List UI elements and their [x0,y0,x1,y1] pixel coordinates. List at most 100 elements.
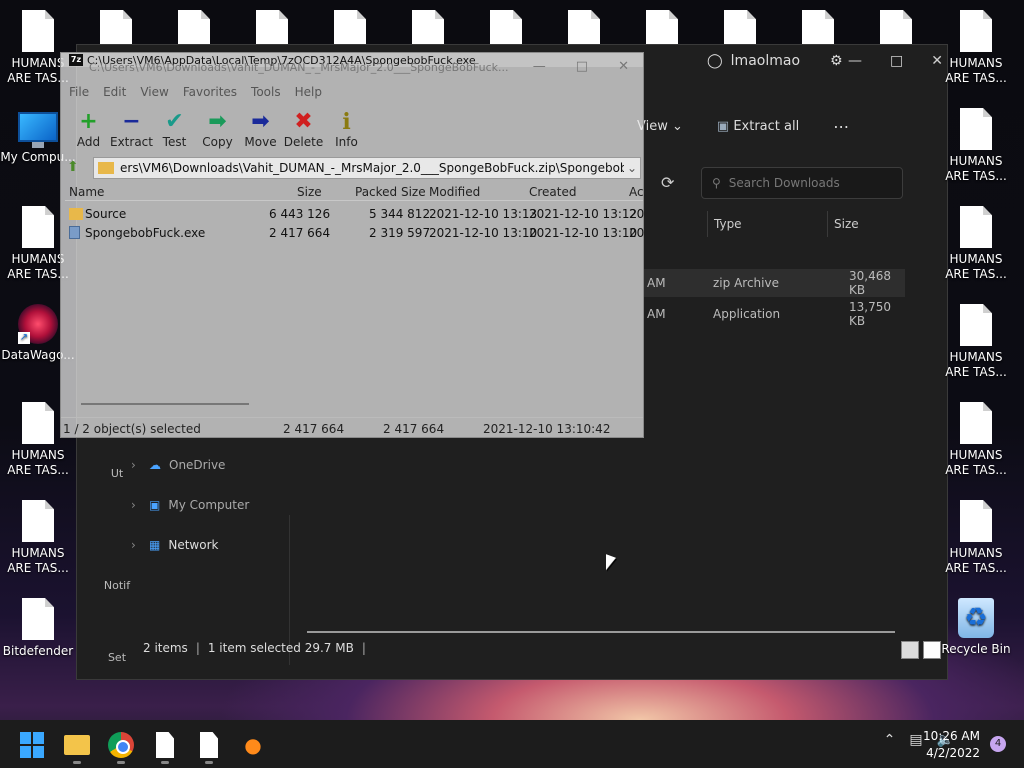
desktop-icon-bitdefender[interactable]: Bitdefender [0,598,76,659]
menu-help[interactable]: Help [295,85,322,99]
column-header-accessed[interactable]: Ac [629,185,644,199]
add-button[interactable]: + Add [67,109,110,149]
minimize-icon[interactable]: — [533,59,546,74]
horizontal-scrollbar[interactable] [307,631,895,633]
start-button[interactable] [20,732,46,758]
test-button[interactable]: ✔ Test [153,109,196,149]
row-packed: 2 319 597 [369,226,431,240]
user-account[interactable]: ◯ lmaolmao ⚙ [707,53,843,69]
view-toggle [901,641,941,659]
recycle-bin-icon: ♻ [958,598,994,638]
notification-badge[interactable]: 4 [990,736,1006,752]
folder-icon [69,208,83,220]
desktop-icon-humans-r4[interactable]: HUMANS ARE TAS... [936,304,1016,380]
column-header-size[interactable]: Size [827,211,907,237]
document-icon [22,598,54,640]
running-indicator [73,761,81,764]
column-header-created[interactable]: Created [529,185,577,199]
desktop-icon-label: HUMANS ARE TAS... [945,350,1007,379]
move-label: Move [244,135,277,149]
settings-icon[interactable]: ⚙ [830,53,843,69]
document-icon [960,304,992,346]
delete-button[interactable]: ✖ Delete [282,109,325,149]
close-icon[interactable]: ✕ [618,59,629,74]
menu-view[interactable]: View [140,85,168,99]
column-header-name[interactable]: Name [69,185,104,199]
windows-logo-icon [33,732,44,744]
row-size: 13,750 KB [849,300,891,328]
desktop-icon-humans-4[interactable]: HUMANS ARE TAS... [0,500,76,576]
details-view-icon[interactable] [901,641,919,659]
chrome-taskbar-icon[interactable] [108,732,134,758]
pumpkin-taskbar-icon[interactable]: ● [240,732,266,758]
user-name: lmaolmao [730,53,801,69]
nav-item-onedrive[interactable]: › ☁ OneDrive [131,445,291,485]
menu-file[interactable]: File [69,85,89,99]
refresh-icon[interactable]: ⟳ [661,173,674,192]
7zip-column-headers: Name Size Packed Size Modified Created A… [65,183,644,201]
status-packed: 2 417 664 [383,422,445,436]
file-explorer-taskbar-icon[interactable] [64,735,90,755]
desktop-icon-label: HUMANS ARE TAS... [7,448,69,477]
more-options-button[interactable]: ⋯ [833,117,849,136]
desktop-icon-humans-r3[interactable]: HUMANS ARE TAS... [936,206,1016,282]
extract-button[interactable]: − Extract [110,109,153,149]
table-row[interactable]: AM zip Archive 30,468 KB [643,269,905,297]
add-label: Add [76,135,101,149]
7zip-window[interactable]: 7z C:\Users\VM6\AppData\Local\Temp\7zOCD… [60,52,644,438]
desktop-icon-humans-r2[interactable]: HUMANS ARE TAS... [936,108,1016,184]
desktop-icon-humans-r5[interactable]: HUMANS ARE TAS... [936,402,1016,478]
minimize-icon[interactable]: — [848,53,862,69]
computer-icon: ▣ [149,498,161,512]
desktop-icon-humans-r1[interactable]: HUMANS ARE TAS... [936,10,1016,86]
7zip-toolbar: + Add − Extract ✔ Test ➡ Copy ➡ Move ✖ Delete … [67,109,368,149]
explorer-status-bar: 2 items | 1 item selected 29.7 MB | [143,641,366,655]
network-icon[interactable]: ▤ [909,732,922,748]
maximize-icon[interactable]: □ [576,59,588,74]
chevron-down-icon[interactable]: ⌄ [624,161,640,175]
menu-favorites[interactable]: Favorites [183,85,237,99]
row-modified: 2021-12-10 13:13 [429,207,538,221]
7zip-title-ghost: C:\Users\VM6\Downloads\Vahit_DUMAN_-_Mrs… [89,61,509,74]
desktop-icon-recycle-bin[interactable]: ♻ Recycle Bin [936,598,1016,657]
column-header-type[interactable]: Type [707,211,827,237]
table-row[interactable]: Source 6 443 126 5 344 812 2021-12-10 13… [65,205,644,224]
row-accessed: 20 [629,226,645,240]
up-folder-icon[interactable]: ⬆ [67,159,79,175]
document-icon [960,402,992,444]
move-icon: ➡ [251,109,270,134]
column-header-modified[interactable]: Modified [429,185,480,199]
explorer-window-controls: — □ ✕ [848,53,943,69]
status-separator: | [361,641,366,655]
extract-all-button[interactable]: ▣ Extract all [717,119,799,134]
column-header-packed-size[interactable]: Packed Size [355,185,426,199]
column-header-size[interactable]: Size [297,185,322,199]
search-placeholder: Search Downloads [728,176,840,190]
document-taskbar-icon[interactable] [156,732,174,758]
clock-date: 4/2/2022 [926,746,980,760]
horizontal-scrollbar[interactable] [81,403,249,405]
cloud-icon: ☁ [149,458,161,472]
menu-edit[interactable]: Edit [103,85,126,99]
maximize-icon[interactable]: □ [890,53,903,69]
search-input[interactable]: ⚲ Search Downloads [701,167,903,199]
chevron-right-icon: › [131,498,136,512]
document-icon [960,10,992,52]
document-icon [960,500,992,542]
address-bar[interactable]: ers\VM6\Downloads\Vahit_DUMAN_-_MrsMajor… [93,157,641,179]
document-icon [960,108,992,150]
table-row[interactable]: AM Application 13,750 KB [643,300,905,328]
table-row[interactable]: SpongebobFuck.exe 2 417 664 2 319 597 20… [65,224,645,243]
copy-button[interactable]: ➡ Copy [196,109,239,149]
desktop-icon-humans-r6[interactable]: HUMANS ARE TAS... [936,500,1016,576]
nav-item-network[interactable]: › ▦ Network [131,525,291,565]
row-modified: 2021-12-10 13:10 [429,226,538,240]
nav-item-my-computer[interactable]: › ▣ My Computer [131,485,291,525]
clock[interactable]: 10:26 AM 4/2/2022 [923,728,980,762]
chevron-up-icon[interactable]: ⌃ [884,732,896,748]
info-button[interactable]: i Info [325,109,368,149]
document-icon [960,206,992,248]
document-taskbar-icon[interactable] [200,732,218,758]
move-button[interactable]: ➡ Move [239,109,282,149]
menu-tools[interactable]: Tools [251,85,281,99]
